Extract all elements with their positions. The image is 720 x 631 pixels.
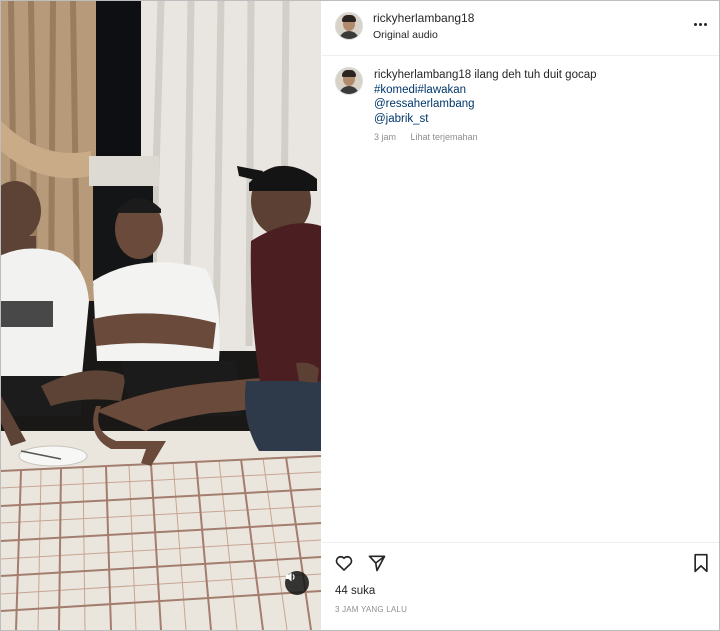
hashtag-link[interactable]: #lawakan [417,84,466,96]
paper-plane-icon [368,555,386,572]
post-header: rickyherlambang18 Original audio [322,1,719,56]
hashtag-link[interactable]: #komedi [374,84,417,96]
bookmark-icon [694,553,708,573]
post-username[interactable]: rickyherlambang18 [373,11,474,25]
video-frame [1,1,321,630]
post-video[interactable] [1,1,321,630]
like-count[interactable]: 44 suka [335,585,375,597]
caption-text: rickyherlambang18 ilang deh tuh duit goc… [374,68,704,126]
mention-link[interactable]: @ressaherlambang [374,97,704,112]
action-bar: 44 suka 3 JAM YANG LALU [322,542,719,631]
caption-time[interactable]: 3 jam [374,132,396,142]
caption-avatar[interactable] [335,67,363,95]
post-timestamp: 3 JAM YANG LALU [335,605,408,614]
audio-label[interactable]: Original audio [373,29,438,41]
share-button[interactable] [366,552,388,574]
translate-link[interactable]: Lihat terjemahan [411,132,478,142]
speaker-icon [286,572,295,582]
caption-meta: 3 jam Lihat terjemahan [374,132,490,142]
caption-body: ilang deh tuh duit gocap [474,69,597,81]
avatar[interactable] [335,12,363,40]
like-button[interactable] [333,552,355,574]
more-options-icon [693,22,697,26]
save-button[interactable] [690,552,712,574]
post-side-panel: rickyherlambang18 Original audio rickyhe… [322,1,719,630]
more-options-button[interactable] [691,15,709,33]
mention-link[interactable]: @jabrik_st [374,112,704,127]
caption-username[interactable]: rickyherlambang18 [374,69,471,81]
mute-button[interactable] [285,571,309,595]
heart-icon [335,555,353,571]
